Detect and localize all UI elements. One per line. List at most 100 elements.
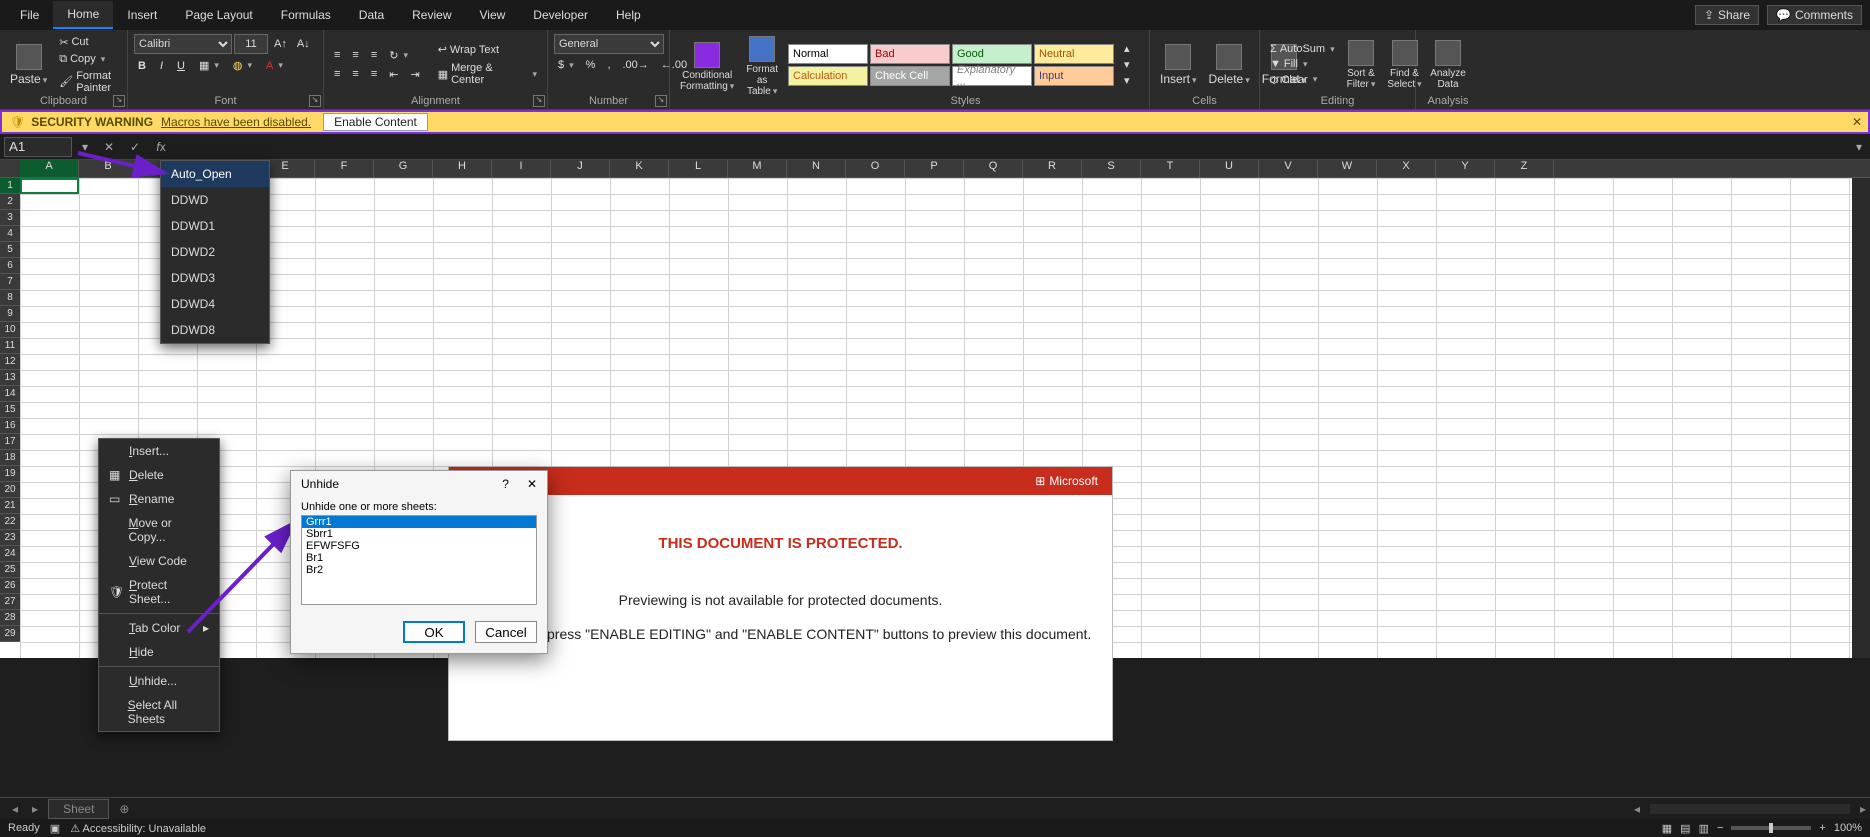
row-header[interactable]: 9 (0, 306, 20, 322)
indent-dec-button[interactable]: ⇤ (385, 67, 402, 82)
row-header[interactable]: 26 (0, 578, 20, 594)
format-painter-button[interactable]: 🖌Format Painter (55, 69, 121, 95)
row-header[interactable]: 2 (0, 194, 20, 210)
column-header[interactable]: O (846, 160, 905, 177)
row-header[interactable]: 10 (0, 322, 20, 338)
row-header[interactable]: 21 (0, 498, 20, 514)
italic-button[interactable]: I (156, 58, 167, 73)
column-header[interactable]: G (374, 160, 433, 177)
close-icon[interactable]: ✕ (1852, 115, 1862, 129)
formula-input[interactable] (176, 137, 1844, 157)
column-header[interactable]: J (551, 160, 610, 177)
row-header[interactable]: 24 (0, 546, 20, 562)
conditional-formatting-button[interactable]: Conditional Formatting (676, 40, 738, 94)
font-family-select[interactable]: Calibri (134, 34, 232, 54)
name-box[interactable] (4, 137, 72, 157)
dialog-launcher-icon[interactable]: ↘ (655, 95, 667, 107)
row-header[interactable]: 22 (0, 514, 20, 530)
tab-developer[interactable]: Developer (519, 2, 602, 28)
percent-format-button[interactable]: % (582, 58, 600, 72)
row-header[interactable]: 29 (0, 626, 20, 642)
column-header[interactable]: M (728, 160, 787, 177)
name-dropdown-item[interactable]: DDWD3 (161, 265, 269, 291)
insert-cells-button[interactable]: Insert (1156, 42, 1201, 88)
sort-filter-button[interactable]: Sort & Filter (1343, 38, 1380, 92)
align-top-button[interactable]: ≡ (330, 48, 344, 63)
copy-button[interactable]: ⧉Copy (55, 52, 121, 67)
view-normal-button[interactable]: ▦ (1662, 822, 1672, 835)
tab-review[interactable]: Review (398, 2, 465, 28)
row-header[interactable]: 23 (0, 530, 20, 546)
unhide-listbox[interactable]: Grrr1Sbrr1EFWFSFGBr1Br2 (301, 515, 537, 605)
accessibility-status[interactable]: ⚠ Accessibility: Unavailable (70, 822, 206, 835)
tab-formulas[interactable]: Formulas (267, 2, 345, 28)
cell-style-explanatory-[interactable]: Explanatory ... (952, 66, 1032, 86)
unhide-sheet-item[interactable]: EFWFSFG (302, 540, 536, 552)
row-header[interactable]: 14 (0, 386, 20, 402)
column-header[interactable]: S (1082, 160, 1141, 177)
fill-button[interactable]: ▼Fill (1266, 57, 1339, 71)
cancel-button[interactable]: Cancel (475, 621, 537, 643)
cut-button[interactable]: ✂Cut (55, 35, 121, 50)
column-header[interactable]: Y (1436, 160, 1495, 177)
increase-font-button[interactable]: A↑ (270, 37, 291, 51)
bold-button[interactable]: B (134, 58, 150, 73)
help-icon[interactable]: ? (502, 477, 509, 491)
sheet-nav-prev-button[interactable]: ◂ (8, 802, 22, 816)
indent-inc-button[interactable]: ⇥ (406, 67, 423, 82)
dialog-launcher-icon[interactable]: ↘ (533, 95, 545, 107)
column-header[interactable]: N (787, 160, 846, 177)
hscroll-right-button[interactable]: ▸ (1856, 802, 1870, 816)
cell-style-good[interactable]: Good (952, 44, 1032, 64)
tab-home[interactable]: Home (53, 1, 113, 29)
hscroll-left-button[interactable]: ◂ (1630, 802, 1644, 816)
cell-style-neutral[interactable]: Neutral (1034, 44, 1114, 64)
cell-style-normal[interactable]: Normal (788, 44, 868, 64)
enable-content-button[interactable]: Enable Content (323, 113, 428, 131)
name-dropdown-item[interactable]: DDWD1 (161, 213, 269, 239)
name-dropdown-item[interactable]: DDWD4 (161, 291, 269, 317)
name-dropdown-item[interactable]: DDWD8 (161, 317, 269, 343)
font-color-button[interactable]: A (262, 58, 287, 73)
format-as-table-button[interactable]: Format as Table (742, 34, 782, 99)
ok-button[interactable]: OK (403, 621, 465, 643)
column-header[interactable]: F (315, 160, 374, 177)
cell-style-calculation[interactable]: Calculation (788, 66, 868, 86)
underline-button[interactable]: U (173, 58, 189, 73)
column-header[interactable]: Z (1495, 160, 1554, 177)
column-header[interactable]: T (1141, 160, 1200, 177)
column-header[interactable]: P (905, 160, 964, 177)
unhide-sheet-item[interactable]: Grrr1 (302, 516, 536, 528)
name-dropdown-item[interactable]: DDWD2 (161, 239, 269, 265)
row-header[interactable]: 8 (0, 290, 20, 306)
tab-insert[interactable]: Insert (113, 2, 171, 28)
fill-color-button[interactable]: ◍ (229, 58, 256, 73)
view-page-break-button[interactable]: ▥ (1699, 822, 1709, 835)
context-menu-hide[interactable]: Hide (99, 640, 219, 664)
column-header[interactable]: X (1377, 160, 1436, 177)
row-header[interactable]: 16 (0, 418, 20, 434)
zoom-slider[interactable] (1731, 826, 1811, 830)
column-header[interactable]: L (669, 160, 728, 177)
row-header[interactable]: 7 (0, 274, 20, 290)
comma-format-button[interactable]: , (603, 58, 614, 72)
zoom-out-button[interactable]: − (1717, 822, 1723, 834)
tab-data[interactable]: Data (345, 2, 398, 28)
paste-button[interactable]: Paste (6, 42, 51, 88)
unhide-sheet-item[interactable]: Br2 (302, 564, 536, 576)
unhide-sheet-item[interactable]: Sbrr1 (302, 528, 536, 540)
context-menu-insert[interactable]: Insert... (99, 439, 219, 463)
sheet-nav-next-button[interactable]: ▸ (28, 802, 42, 816)
dialog-launcher-icon[interactable]: ↘ (309, 95, 321, 107)
comments-button[interactable]: 💬Comments (1767, 5, 1862, 25)
orientation-button[interactable]: ↻ (385, 48, 412, 63)
column-header[interactable]: H (433, 160, 492, 177)
row-header[interactable]: 13 (0, 370, 20, 386)
row-header[interactable]: 18 (0, 450, 20, 466)
share-button[interactable]: ⇪Share (1695, 5, 1759, 25)
styles-scroll-up-button[interactable]: ▴ (1120, 41, 1134, 56)
column-header[interactable]: R (1023, 160, 1082, 177)
tab-file[interactable]: File (6, 2, 53, 28)
row-header[interactable]: 27 (0, 594, 20, 610)
autosum-button[interactable]: ΣAutoSum (1266, 42, 1339, 56)
